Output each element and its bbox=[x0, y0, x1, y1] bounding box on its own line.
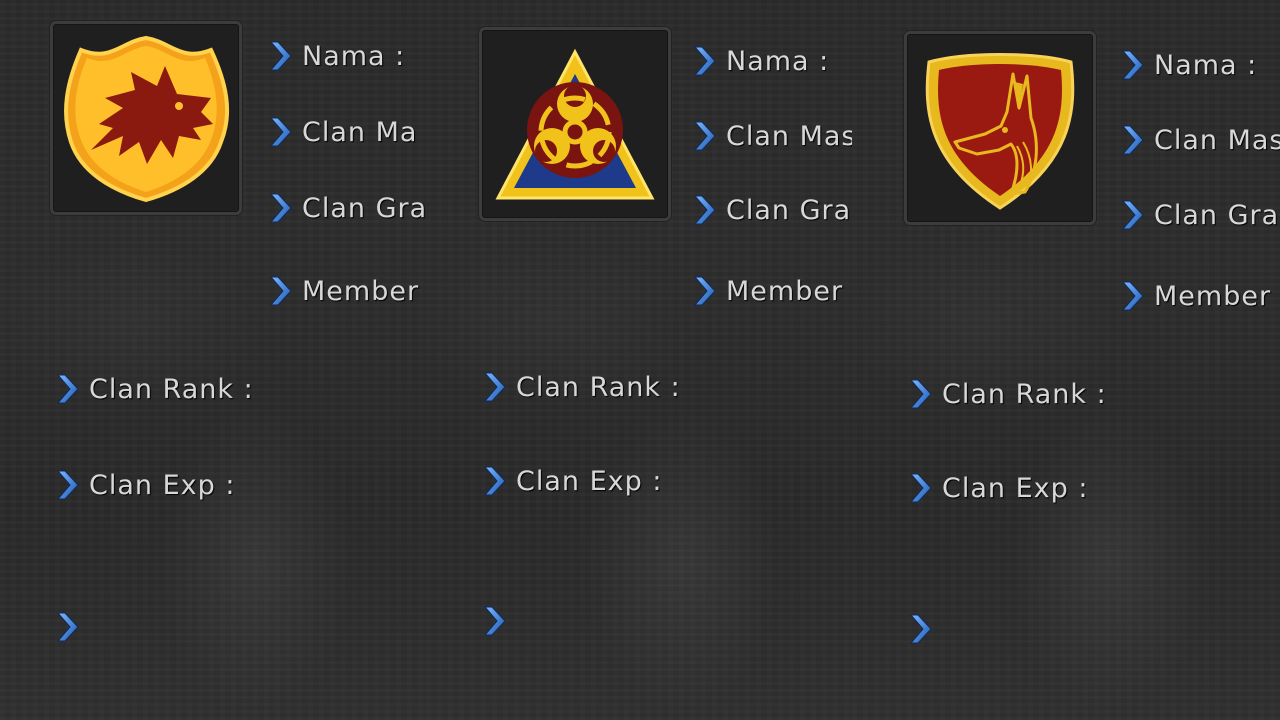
chevron-right-icon bbox=[1120, 280, 1146, 312]
clan-grade-label: Clan Gra bbox=[726, 194, 852, 226]
clan-grade-row: Clan Gra bbox=[268, 192, 427, 224]
chevron-right-icon bbox=[55, 373, 81, 405]
chevron-right-icon bbox=[268, 116, 294, 148]
clan-rank-row: Clan Rank : bbox=[908, 378, 1107, 410]
chevron-right-icon bbox=[55, 611, 81, 643]
chevron-right-icon bbox=[482, 371, 508, 403]
nama-label: Nama : bbox=[1154, 49, 1258, 81]
nama-label: Nama : bbox=[302, 40, 406, 72]
nama-row: Nama : bbox=[268, 40, 405, 72]
clan-rank-label: Clan Rank : bbox=[516, 371, 681, 403]
clan-master-row: Clan Mas bbox=[1120, 124, 1280, 156]
clan-emblem-frame[interactable] bbox=[904, 31, 1096, 225]
wolf-crest-icon bbox=[64, 35, 229, 203]
clan-rank-label: Clan Rank : bbox=[942, 378, 1107, 410]
clan-grade-label: Clan Gra bbox=[1154, 199, 1280, 231]
clan-master-label: Clan Mas bbox=[1154, 124, 1280, 156]
chevron-right-icon bbox=[692, 194, 718, 226]
clan-grade-row: Clan Gra bbox=[692, 194, 851, 226]
chevron-right-icon bbox=[692, 45, 718, 77]
clan-rank-label: Clan Rank : bbox=[89, 373, 254, 405]
clan-master-row: Clan Mas bbox=[692, 120, 853, 152]
chevron-right-icon bbox=[692, 120, 718, 152]
chevron-right-icon bbox=[692, 275, 718, 307]
clan-master-label: Clan Mas bbox=[726, 120, 853, 152]
clan-exp-row: Clan Exp : bbox=[55, 469, 235, 501]
clan-emblem-frame[interactable] bbox=[50, 21, 242, 215]
clan-exp-label: Clan Exp : bbox=[516, 465, 663, 497]
empty-row bbox=[908, 613, 942, 645]
member-row: Member bbox=[692, 275, 843, 307]
clan-exp-row: Clan Exp : bbox=[908, 472, 1088, 504]
member-row: Member bbox=[268, 275, 419, 307]
chevron-right-icon bbox=[908, 378, 934, 410]
clan-grade-label: Clan Gra bbox=[302, 192, 427, 224]
empty-row bbox=[55, 611, 89, 643]
chevron-right-icon bbox=[908, 613, 934, 645]
nama-row: Nama : bbox=[692, 45, 829, 77]
clan-exp-label: Clan Exp : bbox=[942, 472, 1089, 504]
chevron-right-icon bbox=[908, 472, 934, 504]
nama-label: Nama : bbox=[726, 45, 830, 77]
member-label: Member bbox=[726, 275, 844, 307]
member-label: Member bbox=[1154, 280, 1272, 312]
clan-exp-row: Clan Exp : bbox=[482, 465, 662, 497]
chevron-right-icon bbox=[1120, 49, 1146, 81]
chevron-right-icon bbox=[268, 275, 294, 307]
clan-panel-2: Nama : Clan Mas Clan Gra Member Clan Ran… bbox=[426, 0, 853, 720]
chevron-right-icon bbox=[268, 192, 294, 224]
chevron-right-icon bbox=[268, 40, 294, 72]
chevron-right-icon bbox=[482, 465, 508, 497]
biohazard-icon bbox=[495, 48, 655, 200]
chevron-right-icon bbox=[1120, 124, 1146, 156]
chevron-right-icon bbox=[1120, 199, 1146, 231]
nama-row: Nama : bbox=[1120, 49, 1257, 81]
clan-rank-row: Clan Rank : bbox=[55, 373, 254, 405]
clan-grade-row: Clan Gra bbox=[1120, 199, 1279, 231]
clan-master-label: Clan Ma bbox=[302, 116, 418, 148]
clan-exp-label: Clan Exp : bbox=[89, 469, 236, 501]
member-row: Member bbox=[1120, 280, 1271, 312]
clan-rank-row: Clan Rank : bbox=[482, 371, 681, 403]
clan-panel-1: Nama : Clan Ma Clan Gra Member Clan Rank… bbox=[0, 0, 427, 720]
clan-master-row: Clan Ma bbox=[268, 116, 417, 148]
clan-panel-3: Nama : Clan Mas Clan Gra Member Clan Ran… bbox=[852, 0, 1280, 720]
clan-emblem-frame[interactable] bbox=[479, 27, 671, 221]
anubis-shield-icon bbox=[925, 53, 1075, 210]
member-label: Member bbox=[302, 275, 420, 307]
empty-row bbox=[482, 605, 516, 637]
chevron-right-icon bbox=[55, 469, 81, 501]
chevron-right-icon bbox=[482, 605, 508, 637]
